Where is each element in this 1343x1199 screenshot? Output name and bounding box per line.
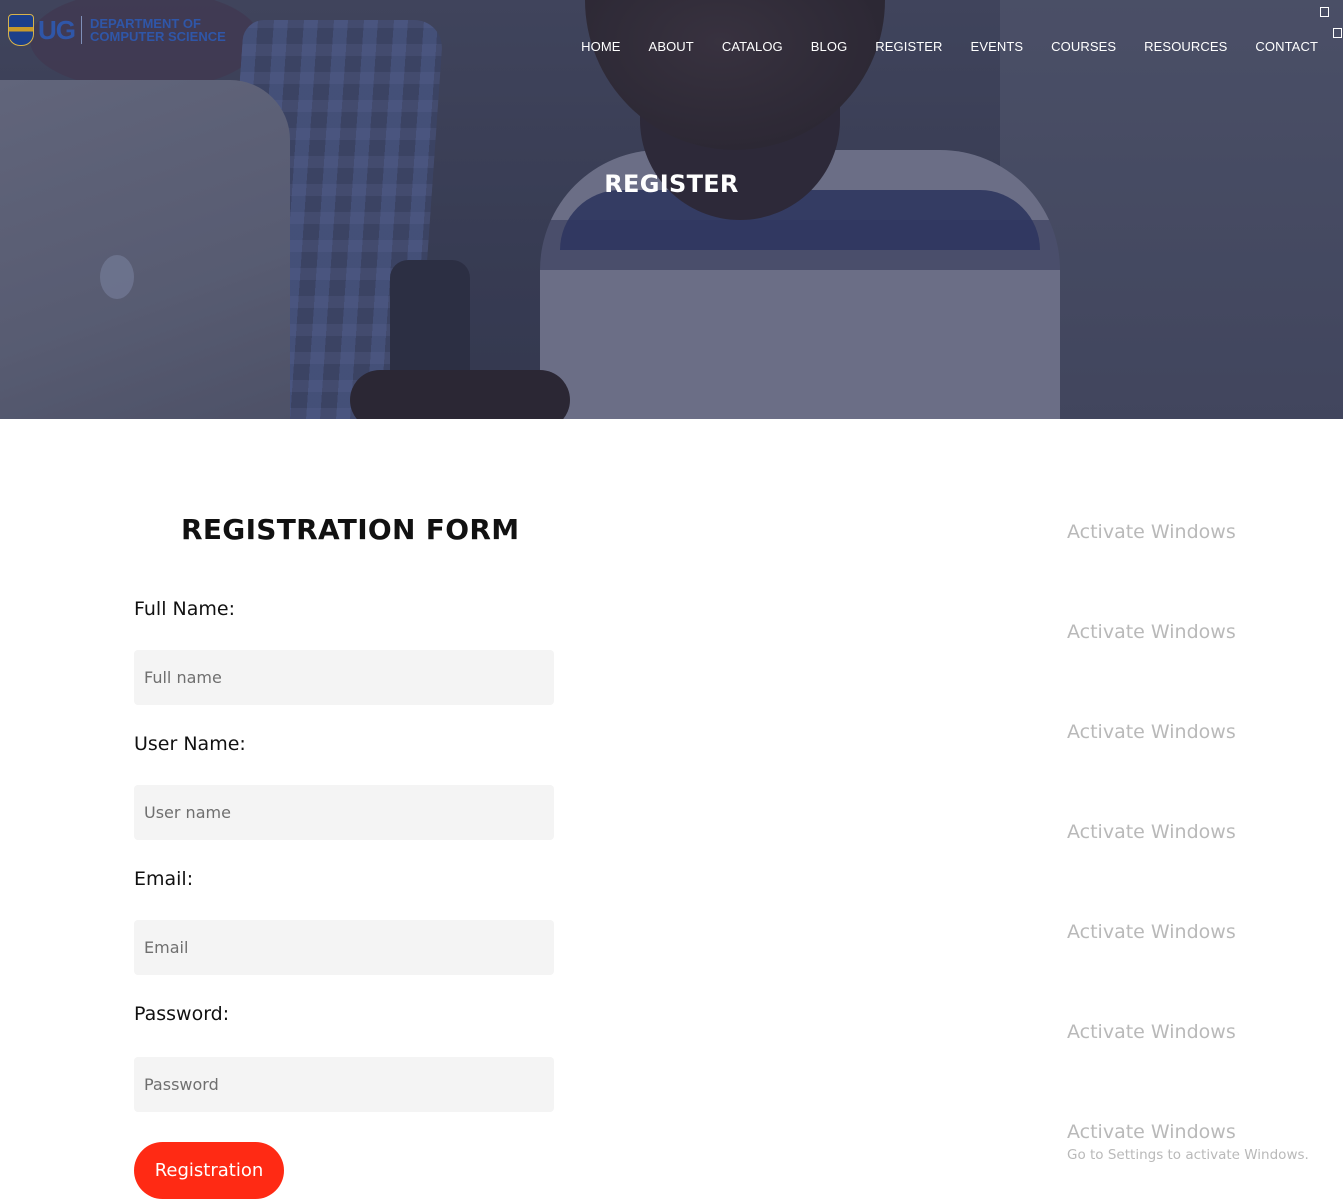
- registration-button[interactable]: Registration: [134, 1142, 284, 1199]
- user-name-label: User Name:: [134, 733, 246, 755]
- activate-windows-watermark: Activate Windows: [1067, 621, 1236, 643]
- full-name-input[interactable]: [134, 650, 554, 705]
- activate-windows-watermark: Activate Windows: [1067, 921, 1236, 943]
- user-name-input[interactable]: [134, 785, 554, 840]
- nav-blog[interactable]: BLOG: [811, 39, 848, 54]
- activate-windows-watermark: Activate Windows: [1067, 721, 1236, 743]
- nav-home[interactable]: HOME: [581, 39, 620, 54]
- activate-windows-watermark: Activate Windows: [1067, 521, 1236, 543]
- email-label: Email:: [134, 868, 194, 890]
- nav-courses[interactable]: COURSES: [1051, 39, 1116, 54]
- logo-line-2: COMPUTER SCIENCE: [90, 29, 226, 44]
- nav-events[interactable]: EVENTS: [971, 39, 1024, 54]
- activate-windows-watermark: Activate Windows: [1067, 821, 1236, 843]
- activate-windows-watermark: Activate Windows: [1067, 1121, 1236, 1143]
- hero-title: REGISTER: [604, 170, 739, 198]
- main-nav: HOME ABOUT CATALOG BLOG REGISTER EVENTS …: [581, 39, 1318, 54]
- nav-contact[interactable]: CONTACT: [1255, 39, 1318, 54]
- form-title: REGISTRATION FORM: [181, 513, 520, 546]
- logo-text: DEPARTMENT OF COMPUTER SCIENCE: [90, 17, 226, 43]
- logo-divider: [81, 16, 82, 44]
- university-crest-icon: [8, 14, 34, 46]
- window-control-icon[interactable]: [1333, 28, 1342, 38]
- full-name-label: Full Name:: [134, 598, 235, 620]
- password-label: Password:: [134, 1003, 230, 1025]
- activate-windows-watermark: Activate Windows: [1067, 1021, 1236, 1043]
- logo-abbr: UG: [38, 14, 76, 45]
- nav-resources[interactable]: RESOURCES: [1144, 39, 1227, 54]
- password-input[interactable]: [134, 1057, 554, 1112]
- site-logo[interactable]: UG DEPARTMENT OF COMPUTER SCIENCE: [8, 12, 226, 48]
- nav-catalog[interactable]: CATALOG: [722, 39, 783, 54]
- hero-overlay: [0, 0, 1343, 419]
- nav-about[interactable]: ABOUT: [649, 39, 694, 54]
- window-control-icon[interactable]: [1320, 7, 1329, 17]
- hero-banner: UG DEPARTMENT OF COMPUTER SCIENCE HOME A…: [0, 0, 1343, 419]
- email-input[interactable]: [134, 920, 554, 975]
- activate-windows-subtext: Go to Settings to activate Windows.: [1067, 1147, 1309, 1163]
- nav-register[interactable]: REGISTER: [875, 39, 942, 54]
